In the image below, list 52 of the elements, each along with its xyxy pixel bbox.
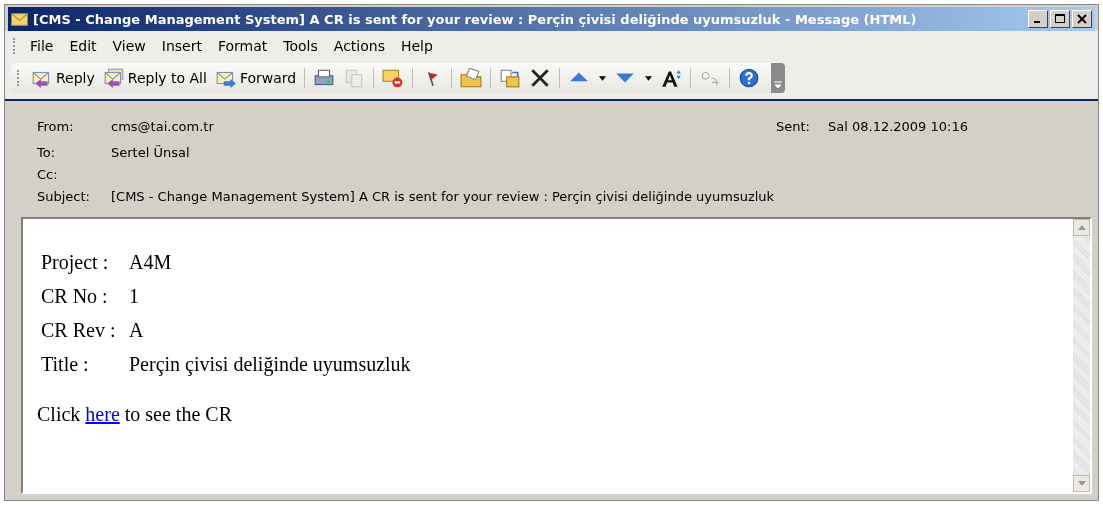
menu-item[interactable]: File [22, 38, 62, 54]
field-label: Cc: [37, 166, 59, 182]
cr-link[interactable]: here [85, 403, 120, 425]
caret-icon [599, 75, 607, 81]
field-label: Title : [41, 352, 90, 376]
field-value: Perçin çivisi deliğinde uyumsuzluk [129, 352, 411, 376]
menu-item[interactable]: Actions [325, 38, 393, 54]
menu-item[interactable]: Help [392, 38, 441, 54]
sender-address: cms@tai.com.tr [111, 118, 215, 134]
menu-item[interactable]: Format [209, 38, 276, 54]
minimize-icon [1034, 21, 1040, 23]
field-label: From: [37, 118, 75, 134]
maximize-button[interactable] [1050, 10, 1070, 28]
maximize-icon [1055, 14, 1065, 24]
window-title: [CMS - Change Management System] A CR is sent for your review : Perçin çivisi deliğinde uyumsuzluk - Message (HTML) [33, 11, 918, 27]
field-value: A [129, 318, 144, 342]
field-label: Project : [41, 250, 110, 274]
folder-arrow-icon [499, 68, 522, 88]
envelope-icon [11, 12, 28, 26]
minimize-button[interactable] [1028, 10, 1048, 28]
close-button[interactable] [1072, 10, 1092, 28]
envelopes-reply-icon [102, 68, 125, 88]
toolbar-button[interactable]: Reply [28, 66, 98, 90]
toolbar-button[interactable]: Forward [211, 66, 300, 90]
field-value: A4M [129, 250, 172, 274]
scroll-up-icon [1077, 225, 1086, 230]
menu-item[interactable]: Insert [153, 38, 210, 54]
field-label: Sent: [776, 118, 811, 134]
field-label: Subject: [37, 188, 91, 204]
envelope-block-icon [382, 68, 405, 88]
subject-text: [CMS - Change Management System] A CR is sent for your review : Perçin çivisi deliğinde uyumsuzluk [111, 188, 776, 204]
field-label: CR No : [41, 284, 109, 308]
recipient-name: Sertel Ünsal [111, 144, 191, 160]
chevron-icon [774, 81, 783, 89]
toolbar-button[interactable]: Reply to All [99, 66, 210, 90]
scroll-down-icon [1077, 481, 1086, 486]
field-value: 1 [129, 284, 139, 308]
folder-icon [460, 68, 483, 88]
printer-icon [313, 68, 336, 88]
menu-item[interactable]: View [104, 38, 154, 54]
menu-item[interactable]: Tools [275, 38, 326, 54]
body-sentence: Click here to see the CR [37, 403, 233, 426]
sent-date: Sal 08.12.2009 10:16 [828, 118, 968, 134]
help-icon [738, 68, 761, 88]
toolbar-options-button[interactable] [771, 63, 786, 93]
close-icon [1077, 14, 1087, 24]
scrollbar[interactable] [1073, 219, 1090, 492]
field-label: To: [37, 144, 57, 160]
font-size-icon [660, 68, 683, 88]
menu-item[interactable]: Edit [61, 38, 105, 54]
caret-icon [645, 75, 653, 81]
field-label: CR Rev : [41, 318, 117, 342]
